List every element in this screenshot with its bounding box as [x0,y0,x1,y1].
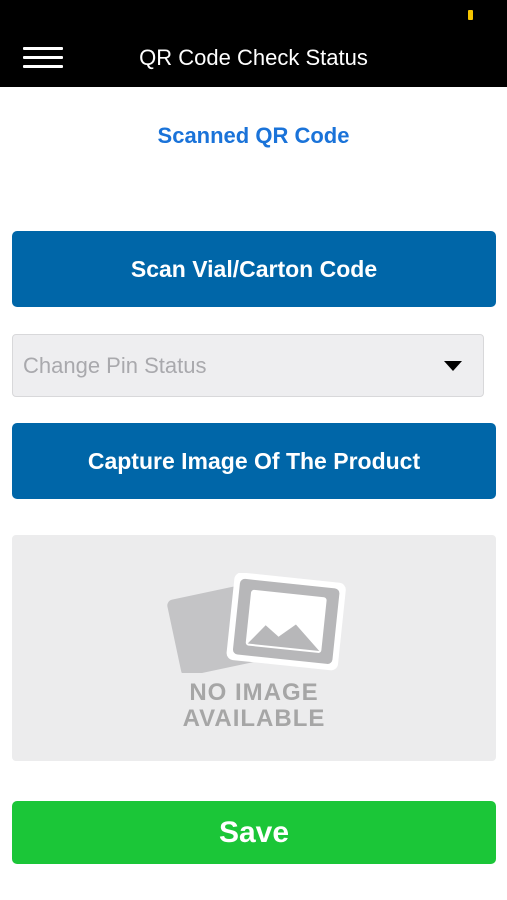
triangle-down-icon [444,361,462,371]
product-image-placeholder: NO IMAGE AVAILABLE [12,535,496,761]
no-image-label-line2: AVAILABLE [182,705,326,732]
app-header: QR Code Check Status [0,0,507,87]
no-image-photo-icon [167,573,346,673]
battery-icon [468,10,473,20]
pin-status-select[interactable]: Change Pin Status [12,334,484,397]
page-title: QR Code Check Status [139,45,368,70]
save-button[interactable]: Save [12,801,496,864]
pin-status-placeholder: Change Pin Status [23,353,207,378]
capture-image-button[interactable]: Capture Image Of The Product [12,423,496,499]
no-image-label-line1: NO IMAGE [189,679,319,706]
scan-vial-carton-button[interactable]: Scan Vial/Carton Code [12,231,496,307]
scanned-qr-code-link[interactable]: Scanned QR Code [0,122,507,150]
